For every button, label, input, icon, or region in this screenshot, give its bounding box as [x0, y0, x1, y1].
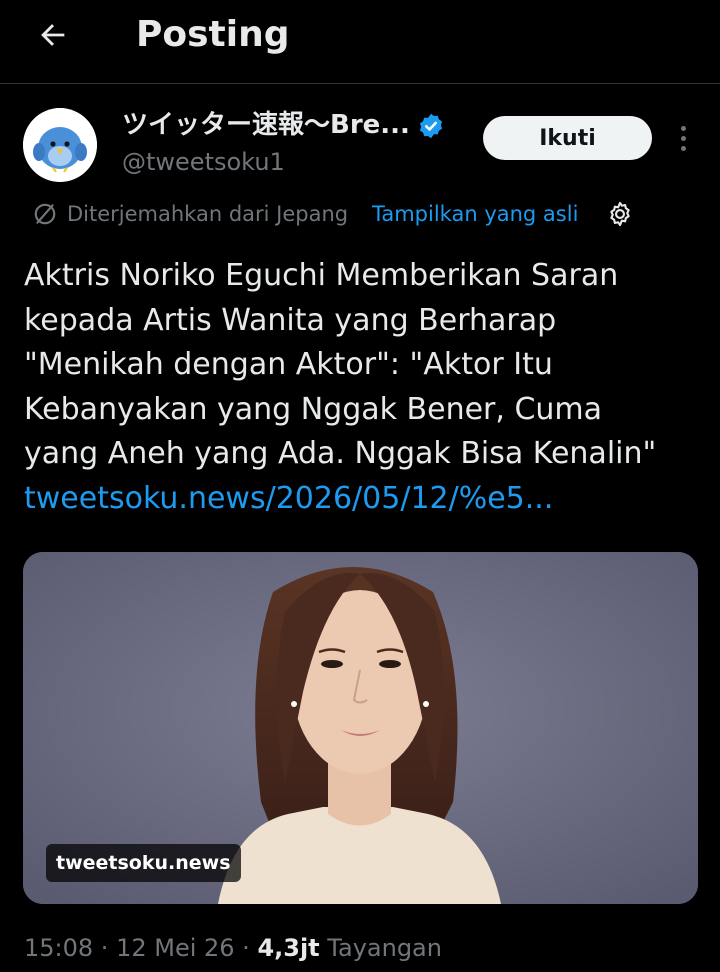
tweet-time[interactable]: 15:08 [24, 934, 93, 962]
views-count[interactable]: 4,3jt [257, 934, 319, 962]
views-label: Tayangan [327, 934, 442, 962]
show-original-link[interactable]: Tampilkan yang asli [372, 198, 578, 230]
translation-bar: Diterjemahkan dari Jepang Tampilkan yang… [0, 196, 720, 232]
more-vertical-icon-dot [680, 145, 686, 151]
verified-badge-icon [419, 113, 443, 139]
translate-icon [34, 203, 56, 225]
tweet-text: Aktris Noriko Eguchi Memberikan Saran ke… [24, 254, 696, 521]
media-source-label[interactable]: tweetsoku.news [46, 844, 241, 882]
handle[interactable]: @tweetsoku1 [122, 146, 285, 178]
tweet-image[interactable]: tweetsoku.news [23, 552, 698, 904]
arrow-left-icon [41, 24, 65, 46]
tweet-meta: 15:08 · 12 Mei 26 · 4,3jt Tayangan [24, 928, 442, 968]
bird-avatar-icon [23, 108, 97, 182]
meta-separator: · [234, 934, 258, 962]
gear-icon[interactable] [606, 200, 634, 228]
tweet-text-line: Aktris Noriko Eguchi Memberikan Saran [24, 258, 619, 293]
translation-note: Diterjemahkan dari Jepang [67, 202, 349, 226]
tweet-link[interactable]: tweetsoku.news/2026/05/12/%e5... [24, 477, 696, 522]
meta-separator: · [93, 934, 117, 962]
tweet-date[interactable]: 12 Mei 26 [116, 934, 234, 962]
tweet-text-line: Kebanyakan yang Nggak Bener, Cuma [24, 391, 603, 427]
more-vertical-icon-dot [680, 135, 686, 141]
tweet-text-line: kepada Artis Wanita yang Berharap [24, 302, 557, 338]
tweet-text-line: "Menikah dengan Aktor": "Aktor Itu [24, 347, 553, 382]
tweet-text-line: yang Aneh yang Ada. Nggak Bisa Kenalin" [24, 436, 657, 471]
follow-button[interactable]: Ikuti [483, 116, 652, 160]
tweet-author: ツイッター速報〜Bre... @tweetsoku1 Ikuti [0, 96, 720, 192]
more-options-button[interactable] [668, 118, 698, 158]
back-button[interactable] [30, 12, 76, 58]
page-title: Posting [136, 14, 290, 55]
top-bar: Posting [0, 0, 720, 84]
more-vertical-icon [680, 125, 686, 131]
avatar[interactable] [23, 108, 97, 182]
display-name[interactable]: ツイッター速報〜Bre... [122, 108, 410, 142]
